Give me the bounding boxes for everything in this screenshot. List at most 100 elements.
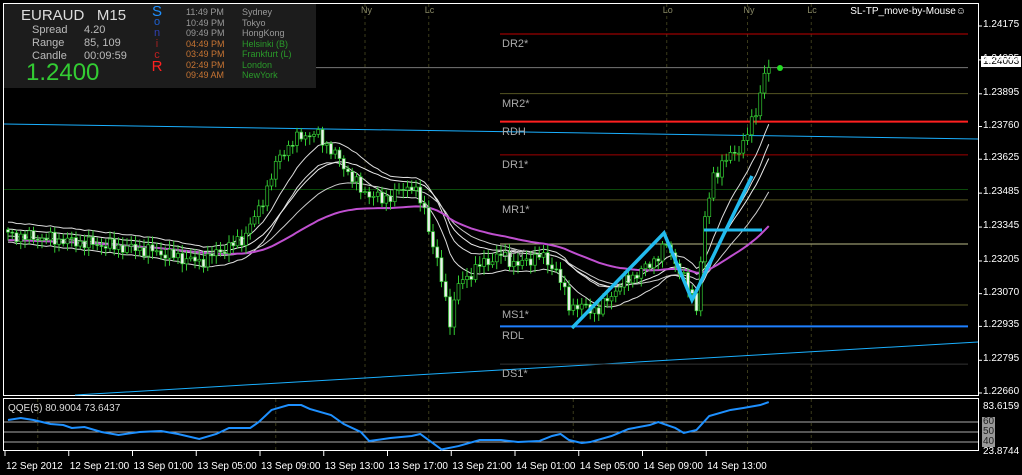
candle-body: [707, 197, 712, 218]
price-axis-label: 1.23895: [983, 86, 1020, 98]
candle-body: [477, 264, 482, 267]
candle-body: [214, 249, 219, 257]
pivot-level-label: DS1*: [502, 368, 528, 381]
candle-body: [749, 116, 754, 136]
candle-body: [494, 253, 499, 263]
candle-body: [222, 251, 227, 255]
session-row: 03:49 PM Frankfurt (L): [186, 49, 292, 60]
candle-body: [188, 256, 193, 260]
candle-body: [613, 290, 618, 297]
qqe-min: 23.8744: [983, 446, 1020, 457]
candle-body: [762, 72, 767, 94]
price-axis-label: 1.23760: [983, 119, 1020, 131]
candle-body: [579, 303, 584, 310]
candle-body: [6, 229, 10, 233]
candle-body: [728, 152, 733, 161]
candle-body: [120, 244, 125, 253]
candle-body: [758, 92, 763, 117]
range-row: Range 85, 109: [32, 37, 121, 49]
candle-body: [299, 131, 304, 140]
session-name: Frankfurt (L): [242, 49, 292, 59]
candle-body: [401, 189, 406, 191]
session-time: 11:49 PM: [186, 7, 224, 17]
candle-body: [256, 205, 261, 218]
spread-row: Spread 4.20: [32, 24, 105, 36]
candle-body: [159, 250, 163, 256]
session-time: 10:49 PM: [186, 17, 225, 28]
candle-body: [231, 242, 236, 247]
candle-body: [252, 216, 257, 225]
pivot-level-label: RDL: [502, 330, 525, 343]
candle-body: [57, 238, 61, 245]
candle-body: [409, 186, 414, 191]
candle-body: [724, 159, 729, 162]
candle-body: [511, 261, 516, 268]
candle-body: [469, 275, 474, 280]
candle-body: [520, 259, 525, 266]
candle-body: [48, 231, 53, 241]
candle-body: [27, 230, 32, 240]
candle-body: [567, 286, 571, 311]
time-axis-label: 13 Sep 05:00: [197, 461, 257, 472]
candle-body: [44, 237, 49, 241]
qqe-label: QQE(5) 80.9004 73.6437: [8, 403, 121, 414]
candle-body: [380, 191, 384, 204]
candle-body: [643, 263, 648, 269]
session-marker-label: Ny: [361, 5, 372, 15]
session-row: 02:49 PM London: [186, 60, 292, 71]
candle-body: [282, 154, 287, 157]
candle-body: [443, 281, 448, 298]
candle-body: [150, 244, 155, 252]
info-panel: EURAUD M15 Spread 4.20 Range 85, 109 Candl…: [4, 4, 316, 88]
candle-body: [715, 172, 720, 178]
candle-body: [61, 238, 66, 245]
candle-body: [193, 256, 197, 262]
candle-body: [435, 246, 440, 259]
session-clocks: 11:49 PM Sydney 10:49 PM Tokyo 09:49 PM HongK…: [186, 7, 292, 81]
pivot-level-label: RDH: [502, 125, 526, 138]
price-axis-label: 1.22660: [983, 385, 1020, 397]
candle-body: [286, 145, 291, 157]
symbol: EURAUD: [21, 7, 85, 24]
candle-body: [426, 207, 431, 232]
time-axis-label: 14 Sep 09:00: [643, 461, 704, 472]
time-axis-label: 14 Sep 13:00: [707, 461, 767, 472]
candle-body: [346, 168, 350, 173]
candle-body: [618, 286, 622, 292]
envelope-lower: [7, 144, 770, 308]
candle-body: [397, 189, 401, 191]
candle-body: [766, 67, 771, 74]
candle-body: [116, 244, 121, 250]
candle-body: [303, 135, 308, 140]
candle-body: [91, 236, 95, 245]
candle-body: [711, 172, 716, 199]
candle-body: [142, 247, 146, 257]
time-axis-label: 13 Sep 09:00: [261, 461, 321, 472]
candle-body: [333, 149, 338, 155]
pivot-level-label: DPV: [502, 248, 525, 261]
qqe-max: 83.6159: [983, 401, 1020, 412]
candle-body: [371, 196, 376, 198]
candle-body: [167, 248, 172, 259]
qqe-level-label: 40: [982, 436, 996, 447]
candle-body: [14, 232, 19, 243]
candle-body: [392, 189, 397, 202]
candle-body: [516, 261, 520, 266]
candle-body: [737, 152, 741, 155]
candle-body: [405, 186, 410, 191]
candle-body: [626, 274, 631, 284]
candle-body: [69, 237, 74, 240]
candle-body: [439, 257, 444, 282]
candle-body: [273, 161, 278, 180]
candle-body: [720, 160, 724, 178]
candle-body: [290, 145, 295, 147]
candle-body: [108, 238, 112, 249]
session-marker-label: Lo: [662, 5, 673, 15]
candle-body: [558, 268, 563, 283]
sonic-letter: R: [151, 58, 163, 75]
candle-body: [184, 258, 189, 265]
candle-body: [550, 264, 554, 270]
candle-body: [154, 250, 159, 253]
candle-body: [741, 140, 746, 154]
candle-body: [609, 296, 614, 302]
